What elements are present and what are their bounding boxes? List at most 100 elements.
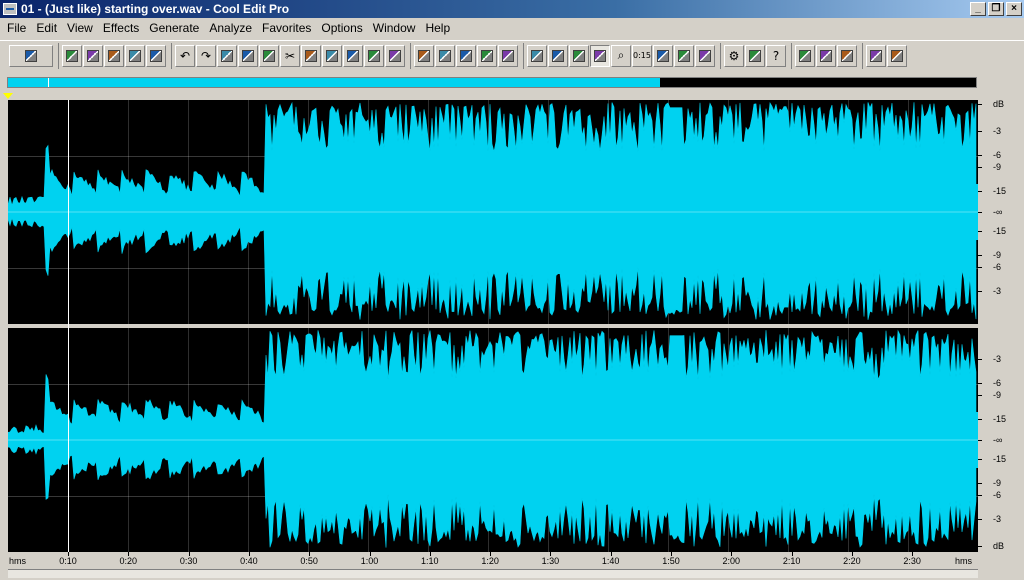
track-view-button[interactable] (795, 44, 815, 67)
repeat-icon (221, 49, 233, 62)
menu-help[interactable]: Help (420, 18, 455, 38)
save-button[interactable] (125, 44, 145, 67)
time-label: 2:30 (903, 556, 921, 566)
level-button[interactable] (695, 44, 715, 67)
cue-list-button[interactable] (569, 44, 589, 67)
db-label: -∞ (993, 207, 1003, 217)
save-all-icon (150, 49, 162, 62)
cut-button[interactable]: ✂ (280, 44, 300, 67)
overview-visible-range[interactable] (8, 78, 661, 87)
tools-button[interactable] (866, 44, 886, 67)
playback-cursor[interactable] (68, 100, 69, 552)
menu-generate[interactable]: Generate (144, 18, 204, 38)
waveform-trace (8, 329, 978, 548)
overview-bar[interactable] (7, 77, 977, 88)
menu-file[interactable]: File (2, 18, 31, 38)
start-marker-icon[interactable] (3, 93, 13, 99)
app-icon[interactable] (3, 3, 17, 15)
menu-analyze[interactable]: Analyze (204, 18, 257, 38)
redo-button[interactable]: ↷ (196, 44, 216, 67)
tools-icon (870, 49, 882, 62)
left-channel[interactable] (8, 100, 978, 324)
help-icon: ? (772, 48, 780, 63)
multitrack-toggle-button[interactable] (9, 44, 53, 67)
close-button[interactable] (104, 44, 124, 67)
envelope-button[interactable] (414, 44, 434, 67)
menu-effects[interactable]: Effects (98, 18, 144, 38)
zoom-button[interactable]: ⌕ (611, 44, 631, 67)
menu-options[interactable]: Options (316, 18, 367, 38)
fit-icon (841, 49, 853, 62)
time-button[interactable]: 0:15 (632, 44, 652, 67)
envelope-icon (418, 49, 430, 62)
time-label: 2:00 (722, 556, 741, 566)
repeat-button[interactable] (217, 44, 237, 67)
undo-list-icon (891, 49, 903, 62)
effects-icon (368, 49, 380, 62)
mix-paste-button[interactable] (343, 44, 363, 67)
toolbar-group: ⌕ 0:15 (523, 42, 718, 69)
menu-favorites[interactable]: Favorites (257, 18, 316, 38)
db-tick (978, 483, 982, 484)
play-list-button[interactable] (590, 44, 610, 67)
db-tick (978, 131, 982, 132)
menu-view[interactable]: View (62, 18, 98, 38)
menu-edit[interactable]: Edit (31, 18, 62, 38)
window-button[interactable] (527, 44, 547, 67)
copy-button[interactable] (259, 44, 279, 67)
marker-button[interactable] (653, 44, 673, 67)
restore-button[interactable]: ❐ (988, 2, 1004, 16)
undo-list-button[interactable] (887, 44, 907, 67)
toolbar-group (58, 42, 169, 69)
view-b-button[interactable] (477, 44, 497, 67)
undo-button[interactable]: ↶ (175, 44, 195, 67)
time-label: 0:50 (300, 556, 318, 566)
time-label: 2:10 (782, 556, 801, 566)
copy-new-icon (242, 49, 254, 62)
waveform-display[interactable] (8, 100, 978, 552)
paste-button[interactable] (301, 44, 321, 67)
paste-new-button[interactable] (322, 44, 342, 67)
fit-button[interactable] (837, 44, 857, 67)
toolbar-group (6, 43, 56, 69)
find-icon (389, 49, 401, 62)
help-button[interactable]: ? (766, 44, 786, 67)
spectral-button[interactable] (435, 44, 455, 67)
db-tick (978, 359, 982, 360)
open-icon (87, 49, 99, 62)
save-icon (129, 49, 141, 62)
open-button[interactable] (83, 44, 103, 67)
close-button[interactable]: × (1006, 2, 1022, 16)
horizontal-scrollbar[interactable] (8, 569, 978, 578)
right-channel[interactable] (8, 328, 978, 552)
menu-window[interactable]: Window (368, 18, 421, 38)
toolbar-group (862, 42, 910, 69)
view-a-button[interactable] (456, 44, 476, 67)
time-label: 1:00 (360, 556, 379, 566)
save-all-button[interactable] (146, 44, 166, 67)
overview-cursor (48, 78, 49, 87)
db-label: -∞ (993, 435, 1003, 445)
new-button[interactable] (62, 44, 82, 67)
time-unit-right: hms (955, 556, 973, 566)
db-tick (978, 191, 982, 192)
db-footer: dB (993, 541, 1005, 551)
view-c-button[interactable] (498, 44, 518, 67)
script-button[interactable] (745, 44, 765, 67)
db-label: -6 (993, 262, 1002, 272)
copy-new-button[interactable] (238, 44, 258, 67)
zoom-sel-button[interactable] (816, 44, 836, 67)
effects-button[interactable] (364, 44, 384, 67)
db-label: -6 (993, 378, 1002, 388)
db-tick (978, 419, 982, 420)
minimize-button[interactable]: _ (970, 2, 986, 16)
db-tick (978, 291, 982, 292)
db-tick (978, 255, 982, 256)
find-button[interactable] (385, 44, 405, 67)
meter-button[interactable] (674, 44, 694, 67)
view-a-icon (460, 49, 472, 62)
paste-new-icon (326, 49, 338, 62)
settings-button[interactable]: ⚙ (724, 44, 744, 67)
info-button[interactable] (548, 44, 568, 67)
time-label: 0:10 (59, 556, 77, 566)
